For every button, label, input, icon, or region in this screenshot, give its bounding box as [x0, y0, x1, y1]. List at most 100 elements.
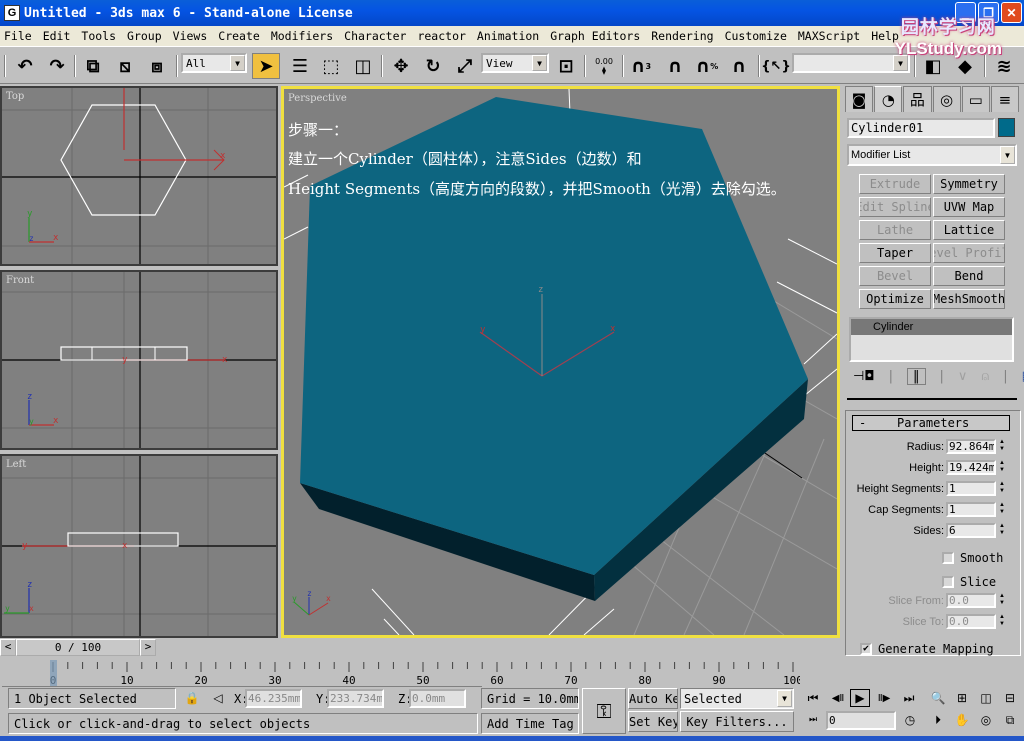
make-unique-icon[interactable]: ∨ — [958, 369, 968, 384]
x-coordinate-input[interactable]: 46.235mm — [245, 689, 302, 708]
snap-toggle-icon[interactable]: ∩ 3 — [628, 53, 654, 79]
close-button[interactable]: ✕ — [1001, 2, 1022, 23]
object-name-input[interactable]: Cylinder01 — [847, 118, 995, 138]
modifier-button-taper[interactable]: Taper — [859, 243, 931, 263]
modifier-button-optimize[interactable]: Optimize — [859, 289, 931, 309]
angle-snap-icon[interactable]: ∩ — [662, 53, 688, 79]
param-input[interactable]: 1 — [946, 502, 996, 517]
viewport-label-front[interactable]: Front — [6, 275, 34, 286]
y-coordinate-input[interactable]: 233.734mm — [327, 689, 384, 708]
modifier-button-lattice[interactable]: Lattice — [933, 220, 1005, 240]
key-mode-toggle-icon[interactable]: ⏭ — [803, 711, 823, 729]
generate-mapping-checkbox-box[interactable]: ✔ — [860, 643, 872, 655]
viewport-label-perspective[interactable]: Perspective — [288, 93, 347, 104]
time-slider-thumb[interactable]: 0 / 100 — [16, 639, 140, 656]
rectangular-selection-icon[interactable]: ⬚ — [318, 53, 344, 79]
select-object-icon[interactable]: ➤ — [252, 53, 280, 79]
chevron-down-icon[interactable]: ▼ — [532, 55, 547, 71]
bind-space-warp-icon[interactable]: ⧈ — [144, 53, 170, 79]
key-mode-dropdown[interactable]: Selected ▼ — [680, 688, 794, 709]
generate-mapping-checkbox[interactable]: ✔ Generate Mapping — [860, 642, 994, 656]
pivot-center-icon[interactable]: ⊡ — [553, 53, 579, 79]
go-to-end-icon[interactable]: ⏭ — [899, 689, 919, 707]
menu-graph-editors[interactable]: Graph Editors — [550, 29, 640, 43]
undo-icon[interactable]: ↶ — [12, 53, 38, 79]
spinner-arrows-icon[interactable]: ▲ ▼ — [998, 593, 1006, 608]
tab-display[interactable]: ▭ — [961, 86, 990, 112]
move-icon[interactable]: ✥ — [388, 53, 414, 79]
auto-key-button[interactable]: Auto Key — [628, 688, 678, 709]
viewport-label-left[interactable]: Left — [6, 459, 26, 470]
spinner-arrows-icon[interactable]: ▲ ▼ — [998, 460, 1006, 475]
modifier-button-bevel-profile[interactable]: Bevel Profile — [933, 243, 1005, 263]
z-coordinate-input[interactable]: 0.0mm — [409, 689, 466, 708]
remove-modifier-icon[interactable]: ⍝ — [981, 369, 989, 384]
slice-checkbox[interactable]: Slice — [942, 575, 996, 589]
tab-hierarchy[interactable]: 品 — [903, 86, 932, 112]
key-filters-button[interactable]: Key Filters... — [680, 711, 794, 732]
unlink-icon[interactable]: ⧅ — [112, 53, 138, 79]
window-crossing-icon[interactable]: ◫ — [350, 53, 376, 79]
param-input[interactable]: 1 — [946, 481, 996, 496]
tab-create[interactable]: ◙ — [845, 86, 874, 112]
set-key-button[interactable]: Set Key — [628, 711, 678, 732]
tab-motion[interactable]: ◎ — [932, 86, 961, 112]
next-frame-icon[interactable]: Ⅱ▶ — [874, 689, 894, 707]
redo-icon[interactable]: ↷ — [44, 53, 70, 79]
modifier-button-bevel[interactable]: Bevel — [859, 266, 931, 286]
spinner-arrows-icon[interactable]: ▲ ▼ — [998, 614, 1006, 629]
time-configuration-icon[interactable]: ◷ — [900, 711, 920, 729]
menu-modifiers[interactable]: Modifiers — [271, 29, 333, 43]
param-input[interactable]: 0.0 — [946, 614, 996, 629]
selection-filter-dropdown[interactable]: All ▼ — [181, 53, 247, 73]
menu-file[interactable]: File — [4, 29, 32, 43]
parameters-rollout-header[interactable]: - Parameters — [852, 415, 1010, 431]
current-frame-marker[interactable] — [50, 660, 57, 686]
menu-group[interactable]: Group — [127, 29, 162, 43]
reference-coordinate-dropdown[interactable]: View ▼ — [481, 53, 549, 73]
app-icon[interactable]: G — [4, 5, 20, 21]
viewport-left[interactable]: y x z y x Left — [0, 454, 278, 638]
zoom-extents-icon[interactable]: ◫ — [976, 689, 996, 707]
modifier-button-symmetry[interactable]: Symmetry — [933, 174, 1005, 194]
chevron-down-icon[interactable]: ▼ — [1000, 146, 1015, 164]
viewport-top[interactable]: x y z x Top — [0, 86, 278, 266]
menu-reactor[interactable]: reactor — [417, 29, 465, 43]
viewport-label-top[interactable]: Top — [6, 91, 24, 102]
absolute-mode-icon[interactable]: ◁ — [208, 689, 228, 707]
slice-checkbox-box[interactable] — [942, 576, 954, 588]
tab-modify[interactable]: ◔ — [874, 86, 903, 112]
collapse-toggle[interactable]: - — [859, 416, 897, 430]
pan-icon[interactable]: ✋ — [952, 711, 972, 729]
scale-icon[interactable]: ⤢ — [452, 53, 478, 79]
modifier-button-bend[interactable]: Bend — [933, 266, 1005, 286]
maximize-viewport-icon[interactable]: ⧉ — [1000, 711, 1020, 729]
arc-rotate-icon[interactable]: ◎ — [976, 711, 996, 729]
param-input[interactable]: 92.864mm — [946, 439, 996, 454]
field-of-view-icon[interactable]: ⏵ — [928, 711, 948, 729]
menu-character[interactable]: Character — [344, 29, 406, 43]
menu-views[interactable]: Views — [173, 29, 208, 43]
param-input[interactable]: 0.0 — [946, 593, 996, 608]
smooth-checkbox-box[interactable] — [942, 552, 954, 564]
stack-item-cylinder[interactable]: Cylinder — [851, 319, 1012, 335]
zoom-all-icon[interactable]: ⊞ — [952, 689, 972, 707]
chevron-down-icon[interactable]: ▼ — [230, 55, 245, 71]
menu-animation[interactable]: Animation — [477, 29, 539, 43]
param-input[interactable]: 6 — [946, 523, 996, 538]
rotate-icon[interactable]: ↻ — [420, 53, 446, 79]
show-end-result-icon[interactable]: ‖ — [907, 368, 926, 385]
select-by-name-icon[interactable]: ☰ — [286, 53, 314, 79]
menu-customize[interactable]: Customize — [725, 29, 787, 43]
play-icon[interactable]: ▶ — [850, 689, 870, 707]
spinner-arrows-icon[interactable]: ▲ ▼ — [998, 481, 1006, 496]
menu-tools[interactable]: Tools — [81, 29, 116, 43]
spinner-arrows-icon[interactable]: ▲ ▼ — [998, 502, 1006, 517]
spinner-snap-toggle-icon[interactable]: ∩ — [726, 53, 752, 79]
modifier-button-edit-spline[interactable]: Edit Spline — [859, 197, 931, 217]
chevron-down-icon[interactable]: ▼ — [777, 690, 792, 707]
menu-maxscript[interactable]: MAXScript — [798, 29, 860, 43]
spinner-arrows-icon[interactable]: ▲ ▼ — [998, 523, 1006, 538]
zoom-extents-all-icon[interactable]: ⊟ — [1000, 689, 1020, 707]
current-frame-input[interactable]: 0 — [826, 711, 896, 730]
